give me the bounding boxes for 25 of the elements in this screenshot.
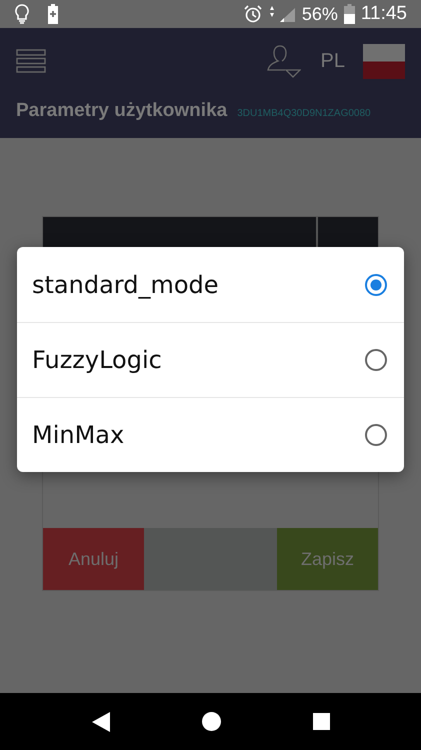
radio-button[interactable] bbox=[364, 272, 388, 296]
flag-icon[interactable] bbox=[363, 44, 405, 78]
page-title: Parametry użytkownika bbox=[16, 100, 228, 122]
language-label[interactable]: PL bbox=[320, 50, 345, 72]
lightbulb-icon bbox=[15, 4, 29, 24]
back-icon[interactable] bbox=[92, 712, 110, 732]
option-row[interactable]: FuzzyLogic bbox=[17, 322, 404, 397]
option-label: standard_mode bbox=[32, 270, 220, 298]
radio-button[interactable] bbox=[364, 423, 388, 447]
option-row[interactable]: MinMax bbox=[17, 397, 404, 472]
option-row[interactable]: standard_mode bbox=[17, 247, 404, 322]
clock-time: 11:45 bbox=[360, 3, 407, 25]
alarm-clock-icon bbox=[244, 5, 262, 23]
recent-apps-icon[interactable] bbox=[312, 713, 330, 730]
menu-icon[interactable] bbox=[16, 49, 46, 73]
radio-button[interactable] bbox=[364, 348, 388, 372]
device-id: 3DU1MB4Q30D9N1ZAG0080 bbox=[237, 108, 371, 119]
battery-icon bbox=[344, 4, 355, 24]
option-label: MinMax bbox=[32, 421, 126, 449]
signal-icon bbox=[268, 4, 296, 24]
user-dropdown-icon[interactable] bbox=[266, 44, 301, 78]
option-label: FuzzyLogic bbox=[32, 346, 163, 374]
battery-charging-icon bbox=[47, 4, 59, 24]
battery-percentage: 56% bbox=[302, 4, 338, 24]
home-icon[interactable] bbox=[202, 712, 220, 731]
